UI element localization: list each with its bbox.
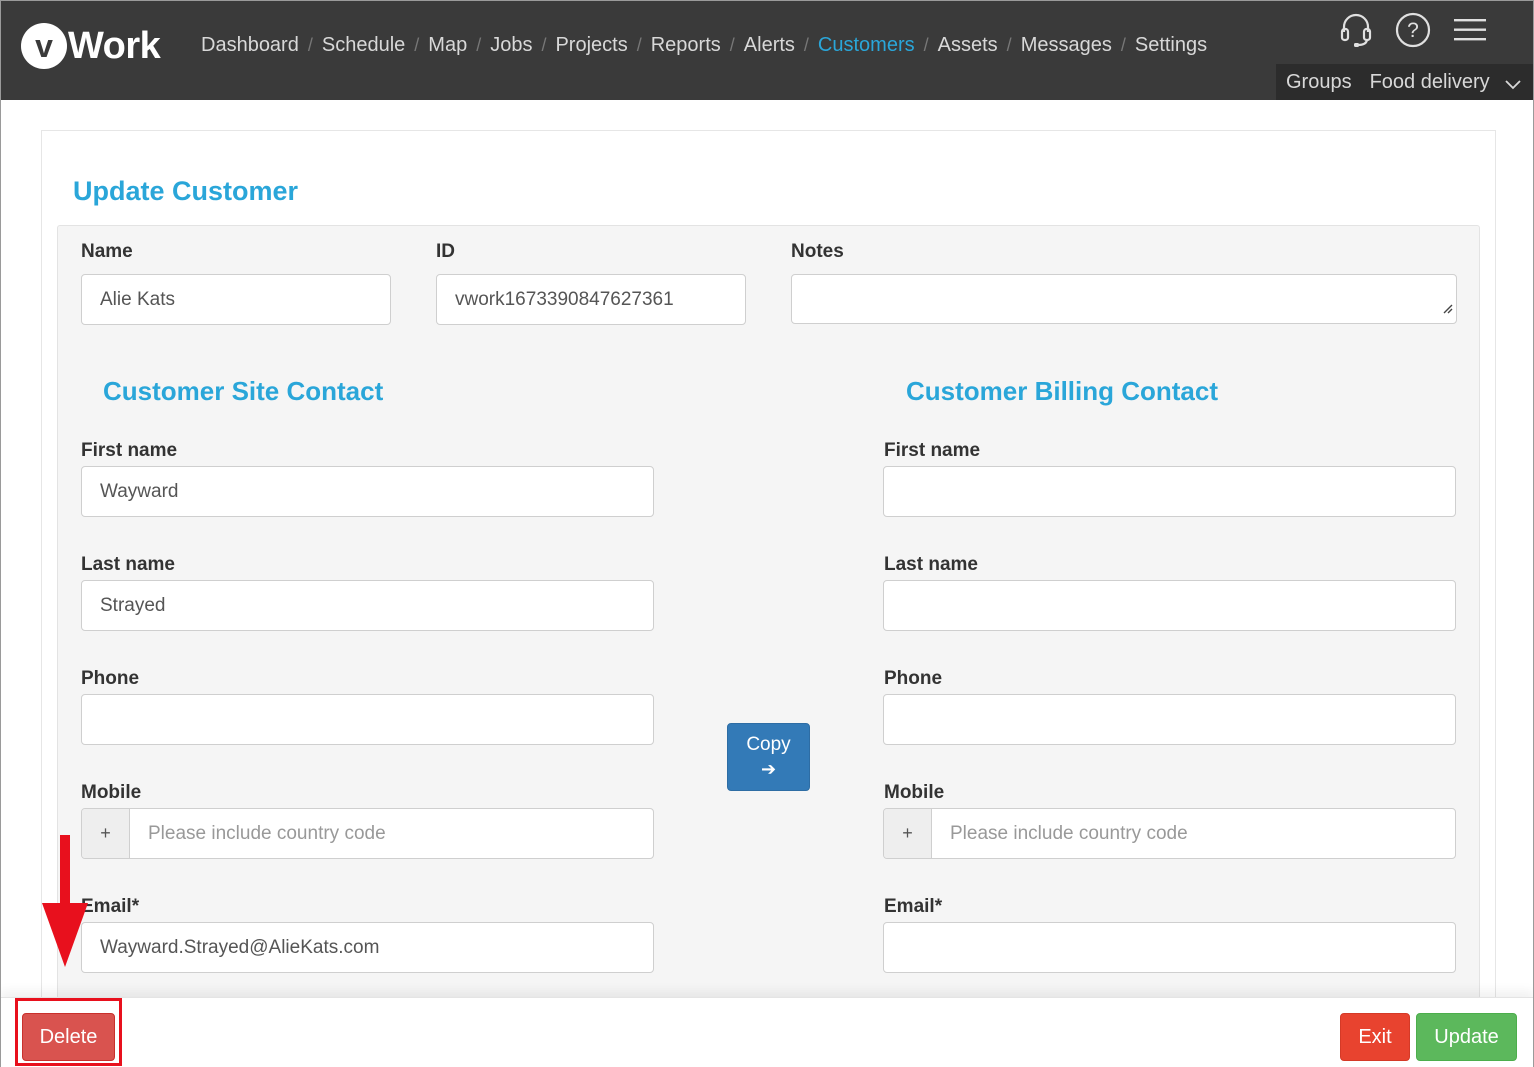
billing-phone-input[interactable] (883, 694, 1456, 745)
nav-item-dashboard[interactable]: Dashboard (201, 34, 299, 57)
nav-item-jobs[interactable]: Jobs (490, 34, 532, 57)
nav-separator: / (414, 35, 420, 55)
site-phone-input[interactable] (81, 694, 654, 745)
nav-item-alerts[interactable]: Alerts (744, 34, 795, 57)
billing-mobile-label: Mobile (884, 782, 945, 803)
logo-mark: v (21, 23, 67, 69)
billing-first-name-input[interactable] (883, 466, 1456, 517)
billing-mobile-input-group[interactable]: + Please include country code (883, 808, 1456, 859)
country-code-prefix: + (884, 809, 932, 858)
name-label: Name (81, 241, 133, 262)
nav-item-assets[interactable]: Assets (938, 34, 998, 57)
site-email-input[interactable]: Wayward.Strayed@AlieKats.com (81, 922, 654, 973)
nav-separator: / (476, 35, 482, 55)
help-icon[interactable]: ? (1393, 10, 1433, 50)
groups-selector[interactable]: Groups Food delivery (1276, 64, 1534, 100)
copy-to-billing-button[interactable]: Copy ➔ (727, 723, 810, 791)
nav-separator: / (636, 35, 642, 55)
billing-phone-label: Phone (884, 668, 943, 689)
annotation-arrow-down-icon (40, 835, 90, 975)
main-nav: Dashboard / Schedule / Map / Jobs / Projects / Rep… (201, 34, 1207, 57)
id-label: ID (436, 241, 455, 262)
resize-handle-icon[interactable] (1441, 298, 1453, 320)
billing-mobile-input[interactable]: Please include country code (932, 809, 1455, 858)
headset-icon[interactable] (1336, 10, 1376, 50)
groups-label: Groups (1286, 70, 1352, 93)
copy-label: Copy (746, 733, 791, 755)
nav-separator: / (1006, 35, 1012, 55)
site-contact-title: Customer Site Contact (103, 376, 384, 406)
site-first-name-input[interactable]: Wayward (81, 466, 654, 517)
nav-separator: / (307, 35, 313, 55)
chevron-down-icon (1504, 73, 1522, 96)
vwork-logo[interactable]: v Work (21, 23, 161, 69)
billing-first-name-label: First name (884, 440, 981, 461)
site-first-name-label: First name (81, 440, 178, 461)
name-input[interactable]: Alie Kats (81, 274, 391, 325)
site-phone-label: Phone (81, 668, 140, 689)
nav-item-schedule[interactable]: Schedule (322, 34, 405, 57)
exit-button[interactable]: Exit (1340, 1013, 1410, 1061)
nav-item-map[interactable]: Map (428, 34, 467, 57)
nav-separator: / (541, 35, 547, 55)
top-navbar: v Work Dashboard / Schedule / Map / Jobs / Proje… (0, 0, 1534, 100)
logo-text: Work (68, 24, 161, 67)
site-last-name-input[interactable]: Strayed (81, 580, 654, 631)
nav-item-reports[interactable]: Reports (651, 34, 721, 57)
top-icons: ? (1319, 10, 1490, 50)
menu-icon[interactable] (1450, 10, 1490, 50)
billing-email-input[interactable] (883, 922, 1456, 973)
nav-item-messages[interactable]: Messages (1021, 34, 1112, 57)
id-input[interactable]: vwork1673390847627361 (436, 274, 746, 325)
nav-separator: / (1120, 35, 1126, 55)
site-mobile-label: Mobile (81, 782, 142, 803)
billing-last-name-label: Last name (884, 554, 978, 575)
groups-value: Food delivery (1369, 70, 1490, 93)
update-button[interactable]: Update (1416, 1013, 1517, 1061)
nav-item-customers[interactable]: Customers (818, 34, 915, 57)
site-last-name-label: Last name (81, 554, 175, 575)
nav-separator: / (803, 35, 809, 55)
action-bar (0, 997, 1534, 1067)
nav-item-projects[interactable]: Projects (555, 34, 627, 57)
site-mobile-input-group[interactable]: + Please include country code (81, 808, 654, 859)
nav-item-settings[interactable]: Settings (1135, 34, 1207, 57)
billing-contact-title: Customer Billing Contact (906, 376, 1219, 406)
nav-separator: / (729, 35, 735, 55)
svg-text:?: ? (1407, 19, 1419, 42)
page-title: Update Customer (73, 176, 299, 206)
notes-textarea[interactable] (791, 274, 1457, 324)
delete-highlight-box (15, 998, 122, 1066)
billing-email-label: Email* (884, 896, 943, 917)
notes-label: Notes (791, 241, 844, 262)
site-mobile-input[interactable]: Please include country code (130, 809, 653, 858)
nav-separator: / (923, 35, 929, 55)
arrow-right-icon: ➔ (760, 758, 777, 779)
billing-last-name-input[interactable] (883, 580, 1456, 631)
